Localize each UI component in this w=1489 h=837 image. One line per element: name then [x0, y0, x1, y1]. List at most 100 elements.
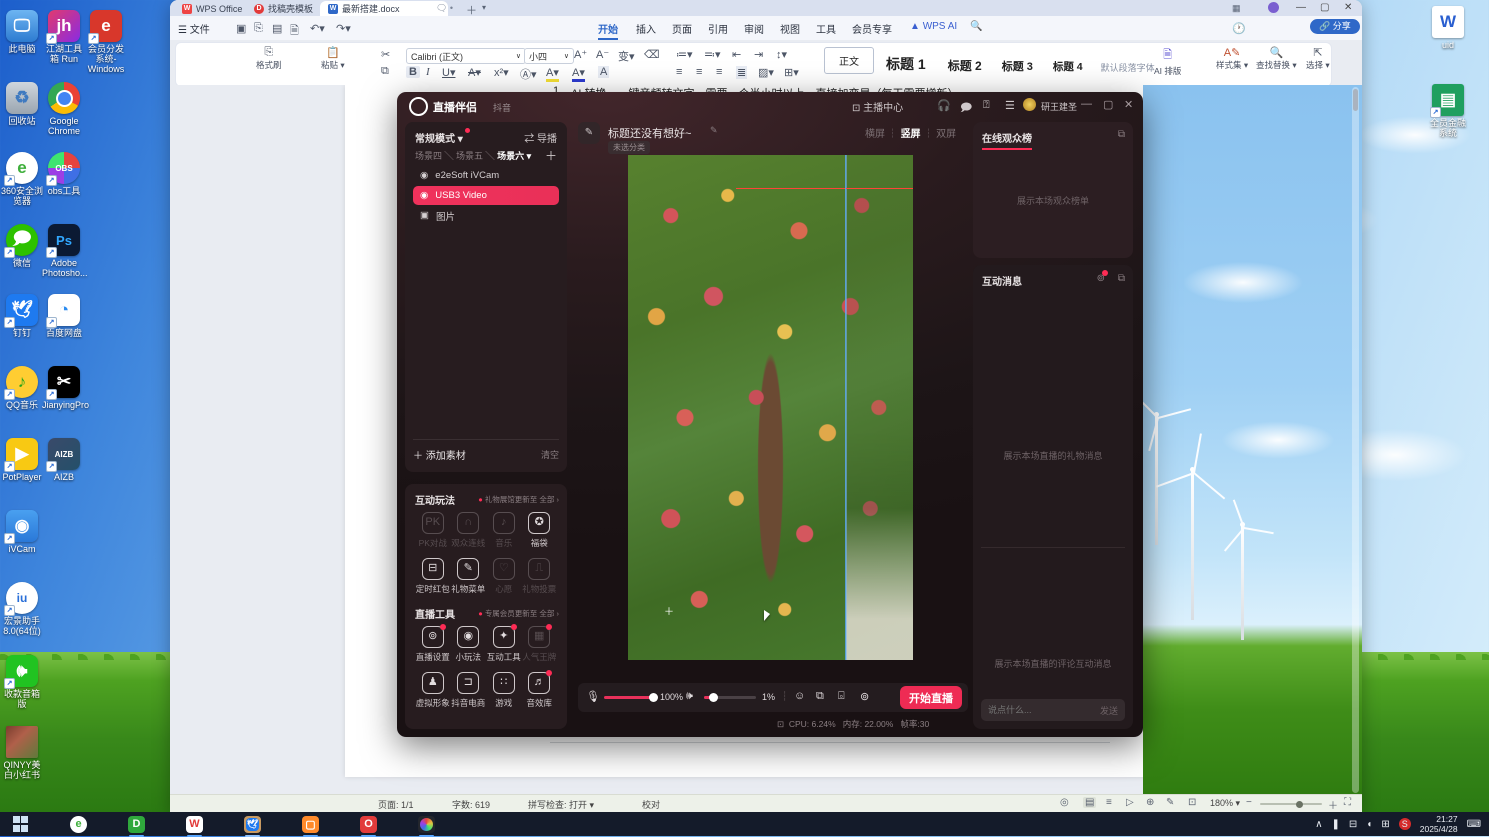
category-tag[interactable]: 未选分类: [608, 141, 650, 154]
sound-library-item[interactable]: ♬ 音效库: [522, 670, 558, 709]
view-portrait-active[interactable]: 竖屏: [901, 129, 921, 140]
virtual-avatar-item[interactable]: ♟ 虚拟形象: [415, 672, 451, 709]
number-list-icon[interactable]: ≕▾: [704, 48, 721, 61]
desktop-icon-ivcam[interactable]: ◉ iVCam: [0, 510, 44, 554]
italic-button[interactable]: I: [426, 66, 430, 78]
popout-panel-icon[interactable]: ⧉: [1118, 129, 1125, 140]
tray-volume-icon[interactable]: ◖: [1366, 819, 1372, 830]
undo-icon[interactable]: ↶▾: [310, 22, 325, 35]
menu-view[interactable]: 视图: [780, 21, 800, 36]
zoom-slider[interactable]: [1260, 800, 1322, 808]
align-justify-icon[interactable]: ≣: [736, 66, 748, 79]
desktop-icon-this-pc[interactable]: 🖵 此电脑: [0, 10, 44, 54]
align-center-icon[interactable]: ≡: [696, 66, 702, 78]
menu-wps-ai[interactable]: ▲ WPS AI: [910, 21, 957, 32]
tray-ime-icon[interactable]: ⌨: [1467, 819, 1481, 830]
desktop-icon-qq-music[interactable]: ♪ QQ音乐: [0, 366, 44, 410]
tray-red-s-icon[interactable]: S: [1398, 818, 1411, 830]
desktop-icon-dingtalk[interactable]: 🕊 钉钉: [0, 294, 44, 338]
increase-font-icon[interactable]: A⁺: [574, 48, 587, 61]
export-pdf-icon[interactable]: ⎘: [254, 22, 263, 35]
zoom-level[interactable]: 180% ▾: [1210, 798, 1240, 809]
anchor-center-link[interactable]: ⊡ 主播中心: [852, 99, 903, 114]
char-shading-button[interactable]: A: [598, 66, 610, 78]
menu-tools[interactable]: 工具: [816, 21, 836, 36]
font-name-select[interactable]: Calibri (正文) ∨: [406, 48, 526, 64]
menu-home[interactable]: 开始: [598, 21, 618, 40]
taskbar-360-browser[interactable]: e: [70, 815, 87, 833]
game-item[interactable]: ∷ 游戏: [486, 672, 522, 709]
highlight-color-button[interactable]: A▾: [546, 66, 559, 82]
beauty-filter-icon[interactable]: ☺: [794, 690, 805, 702]
save-icon[interactable]: ▣: [236, 22, 246, 35]
taskbar-green-app[interactable]: D: [128, 815, 145, 837]
toolbar-search-icon[interactable]: 🔍: [970, 21, 982, 32]
source-ivcam[interactable]: ◉ e2eSoft iVCam: [413, 166, 559, 185]
scrollbar-thumb[interactable]: [1353, 89, 1358, 111]
music-item[interactable]: ♪ 音乐: [486, 512, 522, 549]
print-icon[interactable]: ▤: [272, 22, 282, 35]
page-view-icon[interactable]: ▤: [1083, 797, 1097, 808]
desktop-icon-qinyy-image[interactable]: QINYY美白小红书: [0, 726, 44, 780]
read-mode-icon[interactable]: ◎: [1060, 797, 1069, 808]
app-maximize-icon[interactable]: ▢: [1103, 98, 1113, 111]
feedback-chat-icon[interactable]: 🗩: [960, 99, 972, 118]
document-scrollbar[interactable]: [1352, 87, 1359, 793]
mirror-flip-icon[interactable]: ⧉: [816, 690, 824, 703]
desktop-icon-wechat[interactable]: 🗩 微信: [0, 224, 44, 268]
bullet-list-icon[interactable]: ≔▾: [676, 48, 693, 61]
history-clock-icon[interactable]: 🕐: [1232, 22, 1246, 35]
tray-expand-icon[interactable]: ∧: [1315, 819, 1322, 830]
bold-button[interactable]: B: [406, 66, 420, 78]
font-color-button[interactable]: A▾: [572, 66, 585, 82]
wps-minimize-icon[interactable]: —: [1296, 2, 1306, 13]
format-painter-button[interactable]: ⎘ 格式刷: [256, 46, 282, 71]
speaker-slider-knob[interactable]: [709, 693, 718, 702]
align-left-icon[interactable]: ≡: [676, 66, 682, 78]
mini-play-item[interactable]: ◉ 小玩法: [451, 626, 487, 663]
superscript-button[interactable]: x²▾: [494, 66, 509, 79]
redo-icon[interactable]: ↷▾: [336, 22, 351, 35]
settings-gear-icon[interactable]: ⊚: [860, 690, 869, 703]
style-normal[interactable]: 正文: [824, 47, 874, 74]
wish-item[interactable]: ♡ 心愿: [486, 558, 522, 595]
mode-selector[interactable]: 常规模式 ▾: [415, 130, 463, 145]
find-replace-button[interactable]: 🔍 查找替换 ▾: [1256, 46, 1297, 71]
desktop-icon-jianghu-toolbox[interactable]: jh 江湖工具箱 Run: [42, 10, 86, 64]
taskbar-wps[interactable]: W: [186, 815, 203, 837]
add-material-button[interactable]: ＋ 添加素材: [413, 447, 466, 462]
view-landscape[interactable]: 横屏: [865, 129, 885, 140]
print-preview-icon[interactable]: 🗎: [290, 22, 299, 41]
add-scene-button[interactable]: ＋: [545, 147, 557, 164]
audience-rank-title[interactable]: 在线观众榜: [982, 130, 1032, 150]
paste-button[interactable]: 📋 粘贴 ▾: [321, 46, 345, 71]
camera-switch-icon[interactable]: ⌻: [838, 690, 845, 703]
mic-slider-knob[interactable]: [649, 693, 658, 702]
spellcheck-status[interactable]: 拼写检查: 打开 ▾: [528, 798, 594, 811]
align-right-icon[interactable]: ≡: [716, 66, 722, 78]
style-heading3[interactable]: 标题 3: [992, 58, 1043, 74]
style-heading2[interactable]: 标题 2: [938, 57, 992, 74]
style-heading1[interactable]: 标题 1: [874, 54, 938, 74]
menu-review[interactable]: 审阅: [744, 21, 764, 36]
desktop-icon-recycle-bin[interactable]: ♻ 回收站: [0, 82, 44, 126]
fit-page-icon[interactable]: ⊡: [1188, 797, 1196, 808]
tab-list-chevron-icon[interactable]: ▾: [482, 3, 486, 12]
ai-layout-button[interactable]: 🗎 AI 排版: [1154, 46, 1181, 77]
scene-tab-4[interactable]: 场景四: [415, 151, 442, 161]
camera-preview[interactable]: ＋: [628, 155, 913, 660]
share-button[interactable]: 🔗 分享: [1310, 19, 1360, 34]
change-case-icon[interactable]: 变▾: [618, 48, 635, 64]
desktop-icon-hongjing-helper[interactable]: iu 宏景助手8.0(64位): [0, 582, 44, 636]
desktop-icon-photoshop[interactable]: Ps Adobe Photosho...: [42, 224, 88, 278]
scene-tab-6-active[interactable]: 场景六 ▾: [497, 151, 531, 161]
app-title-bar[interactable]: 直播伴侣 抖音 ⊡ 主播中心 🎧 🗩 ⍰ ☰ 研王建圣 — ▢ ✕: [397, 92, 1143, 118]
interactive-tools-item[interactable]: ✦ 互动工具: [486, 624, 522, 663]
tab-template-doc[interactable]: D 找稿壳模板: [246, 1, 321, 16]
outline-view-icon[interactable]: ≡: [1106, 797, 1112, 808]
taskbar-live-companion-active[interactable]: 🕊: [244, 815, 261, 837]
popout-panel-icon[interactable]: ⧉: [1118, 273, 1125, 284]
decrease-font-icon[interactable]: A⁻: [596, 48, 609, 61]
wps-maximize-icon[interactable]: ▢: [1320, 2, 1329, 13]
streamer-avatar[interactable]: [1023, 98, 1036, 111]
